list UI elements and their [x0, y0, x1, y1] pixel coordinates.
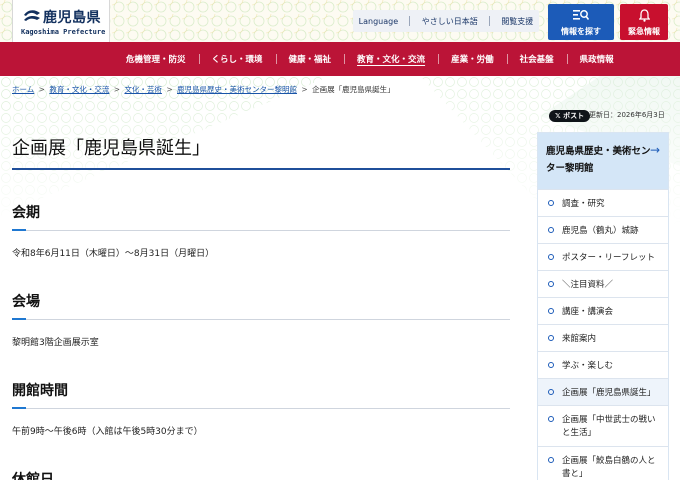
- section-closed-days: 休館日: [12, 469, 510, 480]
- utility-links: Language やさしい日本語 閲覧支援: [353, 10, 539, 32]
- x-post-button[interactable]: 𝕏 ポスト: [549, 110, 591, 122]
- side-item-label: 鹿児島（鶴丸）城跡: [562, 226, 639, 236]
- bullet-icon: [548, 362, 554, 368]
- search-info-label: 情報を探す: [561, 27, 601, 36]
- side-item-featured[interactable]: ＼注目資料／: [538, 270, 668, 297]
- search-info-button[interactable]: 情報を探す: [548, 4, 614, 40]
- x-logo-icon: 𝕏: [555, 112, 564, 120]
- section-body: 黎明館3階企画展示室: [12, 338, 99, 348]
- updated-date: 更新日：2026年6月3日: [589, 111, 665, 119]
- side-item-label: ＼注目資料／: [562, 280, 614, 290]
- section-heading: 開館時間: [12, 380, 510, 409]
- emergency-info-button[interactable]: 緊急情報: [620, 4, 668, 40]
- nav-item-disaster[interactable]: 危機管理・防災: [113, 53, 199, 65]
- side-item-label: 講座・講演会: [562, 307, 614, 317]
- breadcrumb-separator: >: [301, 85, 308, 94]
- logo-title: 鹿児島県: [43, 10, 101, 26]
- breadcrumb-reimeikan[interactable]: 鹿児島県歴史・美術センター黎明館: [177, 85, 297, 94]
- side-item-calligraphy-exhibition[interactable]: 企画展「鮫島白鶴の人と書と」: [538, 446, 668, 480]
- side-item-learn[interactable]: 学ぶ・楽しむ: [538, 351, 668, 378]
- global-nav: 危機管理・防災 くらし・環境 健康・福祉 教育・文化・交流 産業・労働 社会基盤…: [0, 42, 680, 76]
- bullet-icon: [548, 254, 554, 260]
- page-title: 企画展「鹿児島県誕生」: [12, 128, 510, 170]
- section-heading: 会場: [12, 291, 510, 320]
- side-item-samurai-exhibition[interactable]: 企画展「中世武士の戦いと生活」: [538, 405, 668, 446]
- nav-item-living[interactable]: くらし・環境: [198, 53, 276, 65]
- breadcrumb-current: 企画展「鹿児島県誕生」: [312, 85, 395, 94]
- section-body: 午前9時～午後6時（入館は午後5時30分まで）: [12, 427, 203, 437]
- nav-item-infrastructure[interactable]: 社会基盤: [506, 53, 567, 65]
- breadcrumb-culture[interactable]: 文化・芸術: [124, 85, 162, 94]
- section-period: 会期 令和8年6月11日（木曜日）～8月31日（月曜日）: [12, 202, 510, 259]
- bullet-icon: [548, 308, 554, 314]
- nav-item-health[interactable]: 健康・福祉: [275, 53, 345, 65]
- breadcrumb-separator: >: [166, 85, 173, 94]
- side-item-posters[interactable]: ポスター・リーフレット: [538, 243, 668, 270]
- breadcrumb-home[interactable]: ホーム: [12, 85, 34, 94]
- easy-japanese-link[interactable]: やさしい日本語: [422, 16, 478, 27]
- side-item-label: 企画展「中世武士の戦いと生活」: [562, 415, 656, 438]
- arrow-right-icon: →: [649, 143, 660, 157]
- bullet-icon: [548, 416, 554, 422]
- side-item-lectures[interactable]: 講座・講演会: [538, 297, 668, 324]
- bullet-icon: [548, 281, 554, 287]
- x-post-label: ポスト: [563, 112, 585, 120]
- side-nav: 鹿児島県歴史・美術センター黎明館 → 調査・研究 鹿児島（鶴丸）城跡 ポスター・…: [537, 132, 669, 480]
- emergency-info-label: 緊急情報: [628, 27, 660, 36]
- side-item-label: 企画展「鮫島白鶴の人と書と」: [562, 456, 656, 479]
- site-logo[interactable]: 鹿児島県 Kagoshima Prefecture: [12, 0, 110, 42]
- nav-item-industry[interactable]: 産業・労働: [438, 53, 507, 65]
- side-item-visit[interactable]: 来館案内: [538, 324, 668, 351]
- bullet-icon: [548, 457, 554, 463]
- breadcrumb-separator: >: [113, 85, 121, 94]
- nav-item-government[interactable]: 県政情報: [566, 53, 627, 65]
- logo-subtitle: Kagoshima Prefecture: [21, 28, 106, 36]
- search-list-icon: [548, 9, 614, 23]
- bullet-icon: [548, 200, 554, 206]
- side-item-label: 企画展「鹿児島県誕生」: [562, 388, 656, 398]
- side-item-label: 調査・研究: [562, 199, 605, 209]
- bullet-icon: [548, 335, 554, 341]
- nav-item-education[interactable]: 教育・文化・交流: [344, 53, 438, 65]
- side-item-current-exhibition[interactable]: 企画展「鹿児島県誕生」: [538, 378, 668, 405]
- accessibility-link[interactable]: 閲覧支援: [501, 16, 533, 27]
- breadcrumb-education[interactable]: 教育・文化・交流: [49, 85, 109, 94]
- divider: [409, 16, 411, 26]
- site-header: 鹿児島県 Kagoshima Prefecture Language やさしい日…: [0, 0, 680, 42]
- breadcrumb: ホーム > 教育・文化・交流 > 文化・芸術 > 鹿児島県歴史・美術センター黎明…: [12, 84, 395, 95]
- side-item-castle[interactable]: 鹿児島（鶴丸）城跡: [538, 216, 668, 243]
- side-item-research[interactable]: 調査・研究: [538, 189, 668, 216]
- side-item-label: 来館案内: [562, 334, 597, 344]
- divider: [489, 16, 491, 26]
- language-link[interactable]: Language: [359, 17, 398, 26]
- kagoshima-emblem-icon: [24, 10, 40, 21]
- section-hours: 開館時間 午前9時～午後6時（入館は午後5時30分まで）: [12, 380, 510, 437]
- bell-icon: [620, 9, 668, 23]
- main-content: 企画展「鹿児島県誕生」 会期 令和8年6月11日（木曜日）～8月31日（月曜日）…: [12, 128, 510, 480]
- side-nav-heading[interactable]: 鹿児島県歴史・美術センター黎明館 →: [538, 133, 668, 189]
- side-nav-heading-label: 鹿児島県歴史・美術センター黎明館: [546, 146, 651, 174]
- bullet-icon: [548, 227, 554, 233]
- breadcrumb-separator: >: [38, 85, 45, 94]
- section-venue: 会場 黎明館3階企画展示室: [12, 291, 510, 348]
- section-heading: 休館日: [12, 469, 510, 480]
- bullet-icon: [548, 389, 554, 395]
- section-body: 令和8年6月11日（木曜日）～8月31日（月曜日）: [12, 249, 215, 259]
- side-item-label: 学ぶ・楽しむ: [562, 361, 614, 371]
- side-item-label: ポスター・リーフレット: [562, 253, 655, 263]
- section-heading: 会期: [12, 202, 510, 231]
